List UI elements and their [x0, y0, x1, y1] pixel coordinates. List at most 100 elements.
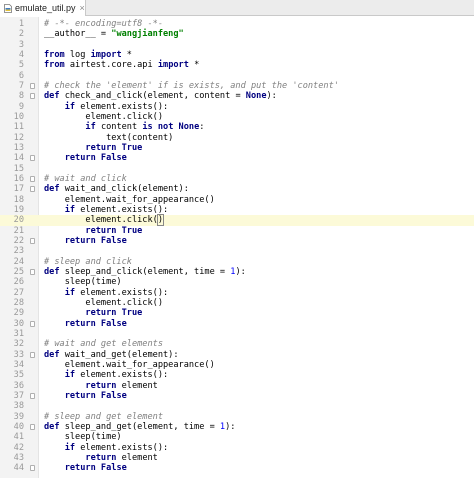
code-line[interactable]: 38	[0, 401, 474, 411]
code-line[interactable]: 28 element.click()	[0, 298, 474, 308]
fold-marker-icon[interactable]	[30, 320, 35, 327]
code-text: return False	[44, 463, 127, 473]
code-text: if element.exists():	[44, 370, 169, 380]
line-number: 13	[13, 142, 24, 153]
line-number: 7	[18, 80, 24, 91]
code-line[interactable]: 12 text(content)	[0, 133, 474, 143]
code-line[interactable]: 44 return False	[0, 463, 474, 473]
fold-marker-icon[interactable]	[30, 186, 35, 193]
code-token: airtest.core.api	[64, 60, 158, 71]
fold-marker-icon[interactable]	[30, 155, 35, 162]
code-token: element.click(	[44, 215, 158, 226]
code-line[interactable]: 9 if element.exists():	[0, 102, 474, 112]
code-editor[interactable]: 1 # -*- encoding=utf8 -*- 2 __author__ = "w…	[0, 17, 474, 478]
code-line[interactable]: 18 element.wait_for_appearance()	[0, 195, 474, 205]
line-number: 27	[13, 287, 24, 298]
code-line[interactable]: 11 if content is not None:	[0, 122, 474, 132]
code-token: element	[116, 380, 158, 391]
code-line[interactable]: 26 sleep(time)	[0, 277, 474, 287]
code-line[interactable]: 10 element.click()	[0, 112, 474, 122]
code-text: element.click()	[44, 214, 165, 227]
code-line[interactable]: 34 element.wait_for_appearance()	[0, 360, 474, 370]
code-line[interactable]: 13 return True	[0, 143, 474, 153]
code-line[interactable]: 37 return False	[0, 391, 474, 401]
code-line[interactable]: 22 return False	[0, 236, 474, 246]
code-line[interactable]: 8 def check_and_click(element, content = …	[0, 91, 474, 101]
code-line[interactable]: 29 return True	[0, 308, 474, 318]
code-token: __author__ =	[44, 29, 112, 40]
code-token: return False	[64, 463, 127, 474]
code-token: None	[245, 91, 267, 102]
code-token: element.exists():	[75, 101, 169, 112]
code-line[interactable]: 43 return element	[0, 453, 474, 463]
code-token: return False	[64, 390, 127, 401]
code-line[interactable]: 15	[0, 164, 474, 174]
python-file-icon	[4, 3, 12, 13]
code-line[interactable]: 1 # -*- encoding=utf8 -*-	[0, 19, 474, 29]
line-number: 19	[13, 204, 24, 215]
code-line[interactable]: 3	[0, 40, 474, 50]
code-token: element.exists():	[75, 287, 169, 298]
code-token: :	[199, 122, 205, 133]
fold-marker-icon[interactable]	[30, 93, 35, 100]
code-line[interactable]: 35 if element.exists():	[0, 370, 474, 380]
code-line[interactable]: 7 # check the 'element' if is exists, and…	[0, 81, 474, 91]
code-line[interactable]: 14 return False	[0, 153, 474, 163]
code-token: *	[121, 49, 132, 60]
code-text: return False	[44, 153, 127, 163]
code-line[interactable]: 16 # wait and click	[0, 174, 474, 184]
code-text: def wait_and_click(element):	[44, 184, 189, 194]
code-line[interactable]: 24 # sleep and click	[0, 257, 474, 267]
code-line[interactable]: 5 from airtest.core.api import *	[0, 60, 474, 70]
line-number: 40	[13, 421, 24, 432]
code-line[interactable]: 6	[0, 71, 474, 81]
code-text: return element	[44, 453, 157, 463]
code-line[interactable]: 30 return False	[0, 319, 474, 329]
fold-marker-icon[interactable]	[30, 392, 35, 399]
code-line[interactable]: 42 if element.exists():	[0, 443, 474, 453]
fold-marker-icon[interactable]	[30, 237, 35, 244]
code-line[interactable]: 36 return element	[0, 381, 474, 391]
code-line[interactable]: 31	[0, 329, 474, 339]
code-token: import	[90, 49, 122, 60]
line-number: 38	[13, 401, 24, 412]
line-number: 14	[13, 153, 24, 164]
code-line[interactable]: 41 sleep(time)	[0, 432, 474, 442]
line-number: 30	[13, 318, 24, 329]
code-text: sleep(time)	[44, 277, 122, 287]
code-line[interactable]: 2 __author__ = "wangjianfeng"	[0, 29, 474, 39]
code-text: def sleep_and_click(element, time = 1):	[44, 267, 246, 277]
code-line[interactable]: 17 def wait_and_click(element):	[0, 184, 474, 194]
code-line[interactable]: 19 if element.exists():	[0, 205, 474, 215]
fold-marker-icon[interactable]	[30, 268, 35, 275]
code-line[interactable]: 32 # wait and get elements	[0, 339, 474, 349]
code-line[interactable]: 20 element.click()	[0, 214, 474, 227]
code-line[interactable]: 33 def wait_and_get(element):	[0, 350, 474, 360]
fold-marker-icon[interactable]	[30, 351, 35, 358]
code-token: ):	[225, 421, 236, 432]
code-token: # sleep and get element	[44, 411, 163, 422]
code-line[interactable]: 25 def sleep_and_click(element, time = 1)…	[0, 267, 474, 277]
code-token: element.exists():	[75, 442, 169, 453]
line-number: 29	[13, 308, 24, 319]
tab-emulate-util[interactable]: emulate_util.py ×	[0, 0, 86, 16]
code-line[interactable]: 21 return True	[0, 226, 474, 236]
code-line[interactable]: 27 if element.exists():	[0, 288, 474, 298]
code-line[interactable]: 40 def sleep_and_get(element, time = 1):	[0, 422, 474, 432]
code-token: *	[188, 60, 200, 71]
fold-marker-icon[interactable]	[30, 465, 35, 472]
fold-marker-icon[interactable]	[30, 423, 35, 430]
close-tab-icon[interactable]: ×	[80, 3, 85, 13]
fold-marker-icon[interactable]	[30, 175, 35, 182]
fold-marker-icon[interactable]	[30, 82, 35, 89]
code-text: def sleep_and_get(element, time = 1):	[44, 422, 235, 432]
code-line[interactable]: 39 # sleep and get element	[0, 412, 474, 422]
code-text: return False	[44, 236, 127, 246]
code-token: # check the 'element' if is exists, and …	[44, 80, 339, 91]
code-line[interactable]: 4 from log import *	[0, 50, 474, 60]
line-number: 42	[13, 442, 24, 453]
cursor-bracket: )	[156, 214, 165, 227]
code-line[interactable]: 23	[0, 246, 474, 256]
